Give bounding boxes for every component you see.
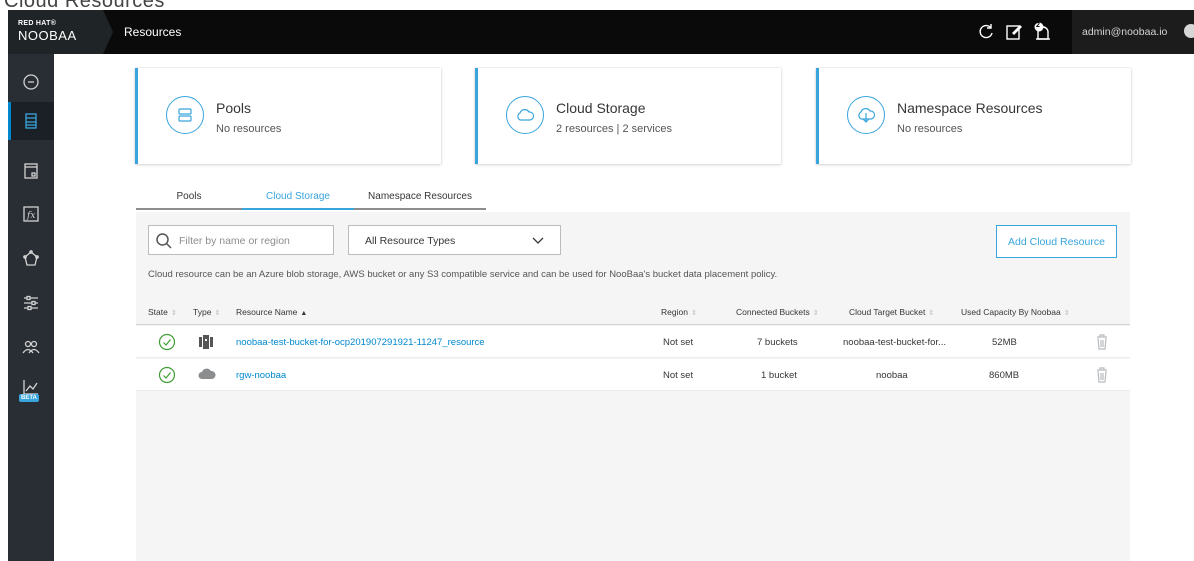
table-row: rgw-noobaa Not set 1 bucket noobaa 860MB [136, 359, 1130, 391]
functions-icon: fx [23, 206, 39, 222]
cloud-icon [506, 96, 544, 134]
sort-icon: ⇕ [812, 310, 819, 317]
resource-name-link[interactable]: rgw-noobaa [236, 370, 286, 381]
card-subtitle: 2 resources | 2 services [556, 123, 672, 135]
add-cloud-resource-button[interactable]: Add Cloud Resource [996, 225, 1117, 258]
cloud-target-bucket-cell: noobaa-test-bucket-for... [843, 337, 946, 348]
resources-icon [25, 113, 37, 129]
select-value: All Resource Types [365, 235, 456, 247]
edit-icon[interactable] [1004, 22, 1024, 42]
table-row: noobaa-test-bucket-for-ocp201907291921-1… [136, 326, 1130, 358]
sidebar-item-accounts[interactable] [8, 328, 54, 366]
search-icon [156, 233, 172, 249]
accounts-icon [22, 340, 40, 354]
tab-pools[interactable]: Pools [136, 184, 242, 210]
tab-cloud-storage[interactable]: Cloud Storage [242, 184, 354, 210]
chevron-down-icon [532, 237, 544, 244]
notification-count: 2 [1036, 22, 1040, 29]
column-header-cloud-target-bucket[interactable]: Cloud Target Bucket ⇕ [849, 307, 934, 317]
card-pools[interactable]: Pools No resources [135, 68, 441, 164]
s3-compatible-icon [199, 335, 213, 349]
buckets-icon [24, 163, 38, 179]
cloud-target-bucket-cell: noobaa [876, 370, 908, 381]
card-namespace-resources[interactable]: Namespace Resources No resources [816, 68, 1131, 164]
card-title: Namespace Resources [897, 100, 1043, 116]
beta-badge: BETA [19, 394, 39, 402]
sidebar-item-cluster[interactable] [8, 240, 54, 278]
cloud-storage-panel: Filter by name or region All Resource Ty… [136, 212, 1130, 561]
column-header-region[interactable]: Region ⇕ [661, 307, 697, 317]
brand-logo[interactable]: RED HAT® NOOBAA [8, 10, 103, 54]
column-header-type[interactable]: Type ⇕ [193, 307, 220, 317]
healthy-check-icon [158, 366, 176, 384]
connected-buckets-cell: 1 bucket [761, 370, 797, 381]
card-subtitle: No resources [897, 123, 963, 135]
sort-icon: ⇕ [170, 310, 177, 317]
search-input[interactable]: Filter by name or region [148, 225, 334, 255]
trash-icon[interactable] [1096, 367, 1108, 383]
healthy-check-icon [158, 333, 176, 351]
sort-icon: ⇕ [928, 310, 935, 317]
region-cell: Not set [663, 370, 694, 381]
sort-icon: ⇕ [1063, 310, 1070, 317]
user-avatar [1184, 24, 1194, 38]
bell-icon[interactable]: 2 [1032, 22, 1052, 42]
main-content: Pools No resources Cloud Storage 2 resou… [54, 54, 1194, 561]
masthead: RED HAT® NOOBAA Resources 2 admin@noobaa… [8, 10, 1194, 54]
card-title: Cloud Storage [556, 100, 646, 116]
sort-ascending-icon: ▲ [300, 310, 308, 317]
refresh-icon[interactable] [976, 22, 996, 42]
card-cloud-storage[interactable]: Cloud Storage 2 resources | 2 services [475, 68, 781, 164]
settings-sliders-icon [24, 295, 38, 311]
sidebar-nav: fx BETA [8, 54, 54, 561]
pool-icon [166, 96, 204, 134]
sidebar-item-functions[interactable]: fx [8, 195, 54, 233]
namespace-icon [847, 96, 885, 134]
svg-text:fx: fx [26, 211, 35, 221]
dashboard-icon [23, 74, 39, 90]
sort-icon: ⇕ [214, 310, 221, 317]
table-header: State ⇕ Type ⇕ Resource Name ▲ Region ⇕ Conn… [136, 297, 1130, 325]
resource-name-link[interactable]: noobaa-test-bucket-for-ocp201907291921-1… [236, 337, 485, 348]
used-capacity-cell: 860MB [989, 370, 1020, 381]
brand-main-text: NOOBAA [18, 28, 77, 43]
breadcrumb[interactable]: Resources [124, 25, 181, 39]
sidebar-item-overview[interactable] [8, 62, 54, 100]
resource-type-select[interactable]: All Resource Types [348, 225, 561, 255]
column-header-used-capacity[interactable]: Used Capacity By Noobaa ⇕ [961, 307, 1070, 317]
sidebar-item-management[interactable] [8, 284, 54, 322]
sort-icon: ⇕ [690, 310, 697, 317]
cluster-icon [23, 250, 39, 266]
region-cell: Not set [663, 337, 694, 348]
page-heading-partial: Cloud Resources [0, 0, 1194, 10]
brand-top-text: RED HAT® [18, 20, 57, 27]
column-header-connected-buckets[interactable]: Connected Buckets ⇕ [736, 307, 819, 317]
search-placeholder: Filter by name or region [179, 235, 290, 247]
column-header-resource-name[interactable]: Resource Name ▲ [236, 307, 307, 317]
trash-icon[interactable] [1096, 334, 1108, 350]
user-name: admin@noobaa.io [1082, 26, 1168, 38]
used-capacity-cell: 52MB [992, 337, 1017, 348]
connected-buckets-cell: 7 buckets [757, 337, 798, 348]
column-header-state[interactable]: State ⇕ [148, 307, 177, 317]
cloud-type-icon [198, 368, 216, 379]
tab-namespace-resources[interactable]: Namespace Resources [354, 184, 486, 210]
breadcrumb-separator [103, 10, 113, 54]
user-menu[interactable]: admin@noobaa.io [1072, 10, 1194, 54]
card-title: Pools [216, 100, 252, 116]
card-subtitle: No resources [216, 123, 282, 135]
sidebar-item-resources[interactable] [8, 102, 54, 140]
panel-description: Cloud resource can be an Azure blob stor… [148, 269, 778, 280]
sidebar-item-analytics[interactable]: BETA [8, 372, 54, 410]
sidebar-item-buckets[interactable] [8, 152, 54, 190]
